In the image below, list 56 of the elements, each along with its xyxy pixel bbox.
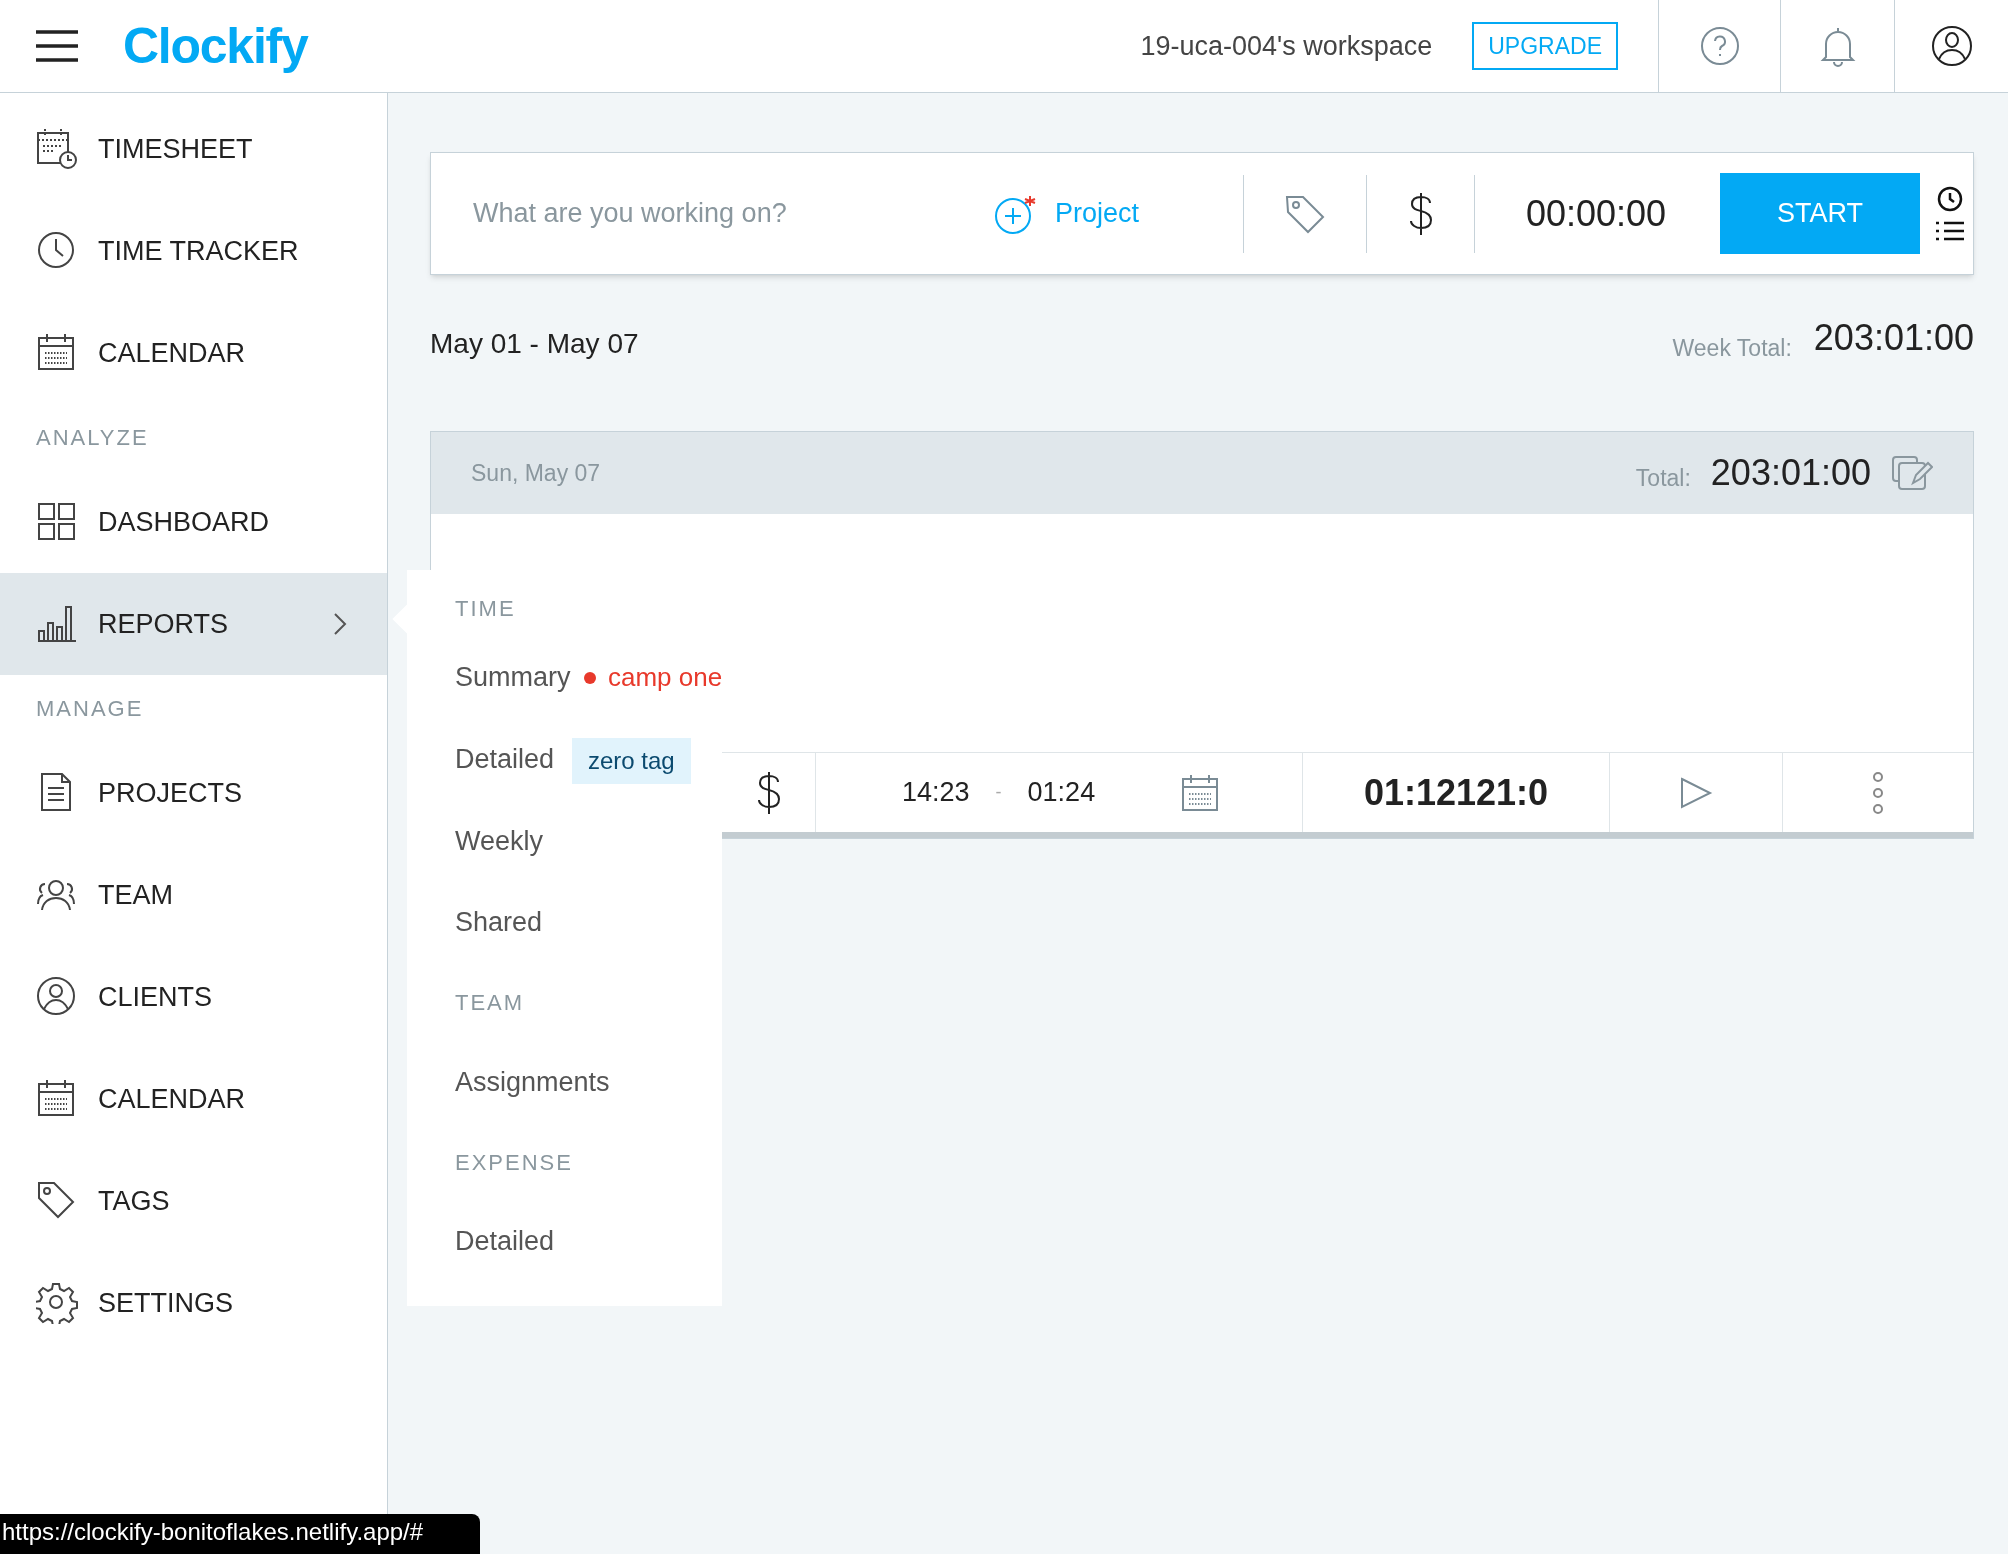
section-heading: ANALYZE	[35, 424, 150, 452]
sidebar-item[interactable]: PROJECTS	[0, 742, 387, 844]
week-range: May 01 - May 07	[430, 327, 639, 361]
day-date: Sun, May 07	[471, 458, 601, 488]
menu-item[interactable]: Weekly	[455, 820, 544, 862]
workspace-name[interactable]: 19-uca-004's workspace	[1140, 25, 1433, 67]
time-separator: -	[995, 781, 1002, 804]
sidebar-item[interactable]: TIME TRACKER	[0, 200, 387, 302]
list-icon[interactable]	[1936, 219, 1964, 242]
clock-icon[interactable]	[1937, 185, 1963, 212]
dashboard-icon	[36, 501, 78, 543]
bell-icon[interactable]	[1819, 25, 1856, 67]
day-total-label: Total:	[1635, 463, 1691, 493]
sidebar-item[interactable]: TIMESHEET	[0, 98, 387, 200]
add-project-icon	[993, 193, 1037, 234]
menu-section: TIME	[455, 591, 516, 625]
menu-section: TEAM	[455, 985, 525, 1019]
help-icon[interactable]	[1699, 26, 1740, 66]
start-time[interactable]: 14:23	[902, 772, 970, 813]
settings-icon	[36, 1282, 78, 1324]
sidebar-item[interactable]: CLIENTS	[0, 946, 387, 1048]
day-total: 203:01:00	[1710, 451, 1871, 495]
chevron-right-icon	[333, 612, 347, 636]
calendar-icon[interactable]	[1181, 773, 1220, 812]
bulk-edit-icon[interactable]	[1891, 455, 1933, 491]
sidebar-item[interactable]: REPORTS	[0, 573, 387, 675]
menu-section: EXPENSE	[455, 1145, 573, 1179]
play-icon[interactable]	[1679, 775, 1713, 810]
more-icon[interactable]	[1872, 770, 1884, 815]
menu-icon[interactable]	[36, 29, 78, 63]
dollar-icon[interactable]	[756, 769, 782, 816]
description-field[interactable]: What are you working on?	[473, 193, 973, 234]
project-name[interactable]: camp one	[608, 658, 723, 697]
menu-item[interactable]: Summary	[455, 656, 571, 698]
week-total-label: Week Total:	[1672, 333, 1792, 363]
sidebar-item[interactable]: CALENDAR	[0, 302, 387, 404]
dollar-icon[interactable]	[1407, 190, 1434, 237]
week-total: 203:01:00	[1813, 316, 1974, 360]
menu-item[interactable]: Shared	[455, 901, 543, 943]
sidebar-item[interactable]: SETTINGS	[0, 1252, 387, 1354]
sidebar-item[interactable]: DASHBOARD	[0, 471, 387, 573]
end-time[interactable]: 01:24	[1027, 772, 1096, 813]
menu-item[interactable]: Assignments	[455, 1061, 610, 1103]
bar-chart-icon	[36, 603, 78, 645]
entry-duration[interactable]: 01:12121:0	[1303, 765, 1609, 820]
tag-badge[interactable]: zero tag	[572, 738, 691, 784]
sidebar-item[interactable]: TAGS	[0, 1150, 387, 1252]
user-icon[interactable]	[1930, 25, 1973, 67]
section-heading: MANAGE	[35, 695, 145, 723]
menu-item[interactable]: Detailed	[455, 1220, 555, 1262]
menu-item[interactable]: Detailed	[455, 738, 555, 780]
user-icon	[36, 976, 78, 1018]
sidebar-item[interactable]: CALENDAR	[0, 1048, 387, 1150]
timer-display: 00:00:00	[1524, 191, 1668, 236]
sidebar-item[interactable]: TEAM	[0, 844, 387, 946]
timesheet-icon	[36, 128, 78, 170]
